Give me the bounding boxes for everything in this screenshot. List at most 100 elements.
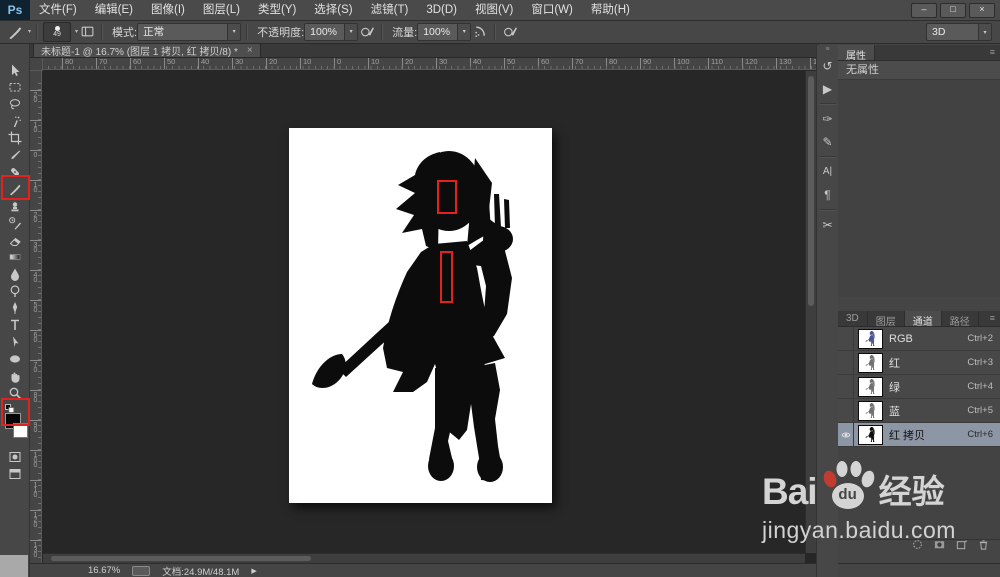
document-canvas[interactable] xyxy=(289,128,552,503)
tool-brush[interactable] xyxy=(2,180,28,197)
visibility-toggle[interactable] xyxy=(838,423,854,446)
timeline-panel-icon[interactable]: ✂ xyxy=(817,213,838,236)
channel-row-red-copy[interactable]: 红 拷贝 Ctrl+6 xyxy=(838,423,1000,447)
tab-close-icon[interactable]: × xyxy=(247,45,253,56)
delete-channel-icon[interactable] xyxy=(977,538,990,556)
opacity-spinner-icon[interactable]: ▾ xyxy=(344,23,358,40)
save-selection-icon[interactable] xyxy=(933,538,946,556)
toggle-brush-panel-icon[interactable] xyxy=(78,23,96,41)
strip-grip-icon[interactable]: ≡ xyxy=(825,46,829,54)
history-panel-icon[interactable]: ↺ xyxy=(817,54,838,77)
flow-input[interactable]: 100% ▾ xyxy=(417,22,472,41)
menu-item[interactable]: 帮助(H) xyxy=(582,0,639,20)
tool-spot-healing-brush[interactable] xyxy=(2,163,28,180)
default-colors-icon[interactable] xyxy=(2,401,28,410)
menu-item[interactable]: 图层(L) xyxy=(194,0,249,20)
horizontal-scrollbar-thumb[interactable] xyxy=(51,555,311,561)
ruler-label: 100 xyxy=(30,450,41,480)
tool-gradient[interactable] xyxy=(2,248,28,265)
menu-item[interactable]: 文件(F) xyxy=(30,0,86,20)
tab-layers[interactable]: 图层 xyxy=(868,311,905,328)
opacity-input[interactable]: 100% ▾ xyxy=(304,22,359,41)
brush-size-pressure-icon[interactable] xyxy=(501,23,519,41)
character-panel-icon[interactable]: A| xyxy=(817,160,838,183)
document-tab[interactable]: 未标题-1 @ 16.7% (图层 1 拷贝, 红 拷贝/8) * × xyxy=(33,43,261,58)
panel-menu-icon[interactable]: ≡ xyxy=(990,45,1000,60)
tool-crop[interactable] xyxy=(2,129,28,146)
tool-ellipse-shape[interactable] xyxy=(2,350,28,367)
menu-item[interactable]: 选择(S) xyxy=(305,0,361,20)
document-size-info[interactable]: 文档:24.9M/48.1M xyxy=(162,564,239,577)
tool-rectangular-marquee[interactable] xyxy=(2,78,28,95)
airbrush-icon[interactable] xyxy=(471,23,489,41)
menu-item[interactable]: 图像(I) xyxy=(142,0,194,20)
red-annotation-box-chest xyxy=(440,251,453,303)
paragraph-panel-icon[interactable]: ¶ xyxy=(817,183,838,206)
ruler-label: 0 xyxy=(30,150,41,180)
tab-properties[interactable]: 属性 xyxy=(838,45,875,62)
tool-clone-stamp[interactable] xyxy=(2,197,28,214)
tool-preset-arrow-icon[interactable]: ▾ xyxy=(28,28,31,35)
quick-mask-button[interactable] xyxy=(2,448,28,465)
channel-row-red[interactable]: 红 Ctrl+3 xyxy=(838,351,1000,375)
blend-mode-select[interactable]: 正常 ▾ xyxy=(137,22,242,41)
visibility-toggle[interactable] xyxy=(838,375,854,398)
tool-zoom[interactable] xyxy=(2,384,28,401)
panel-menu-icon[interactable]: ≡ xyxy=(990,311,1000,326)
tool-move[interactable] xyxy=(2,61,28,78)
blend-mode-spinner-icon[interactable]: ▾ xyxy=(227,23,241,40)
maximize-button[interactable]: □ xyxy=(940,2,966,18)
menu-item[interactable]: 窗口(W) xyxy=(522,0,582,20)
tab-channels[interactable]: 通道 xyxy=(904,311,942,328)
visibility-toggle[interactable] xyxy=(838,327,854,350)
visibility-toggle[interactable] xyxy=(838,399,854,422)
ruler-corner[interactable] xyxy=(30,57,43,71)
tool-dodge[interactable] xyxy=(2,282,28,299)
brush-preset-picker[interactable]: 49 ▾ xyxy=(43,21,78,42)
canvas-area: 80 70 60 50 40 30 20 10 0 10 20 30 40 50 60 70 80 90 100 11… xyxy=(30,57,816,563)
new-channel-icon[interactable] xyxy=(955,538,968,556)
tool-pen[interactable] xyxy=(2,299,28,316)
channel-row-green[interactable]: 绿 Ctrl+4 xyxy=(838,375,1000,399)
tool-lasso[interactable] xyxy=(2,95,28,112)
workspace-switcher[interactable]: 3D ▾ xyxy=(926,23,992,41)
tool-eyedropper[interactable] xyxy=(2,146,28,163)
tool-magic-wand[interactable] xyxy=(2,112,28,129)
flow-spinner-icon[interactable]: ▾ xyxy=(457,23,471,40)
menu-item[interactable]: 编辑(E) xyxy=(86,0,142,20)
menu-item[interactable]: 视图(V) xyxy=(466,0,522,20)
menu-item[interactable]: 滤镜(T) xyxy=(362,0,418,20)
tool-hand[interactable] xyxy=(2,367,28,384)
brush-panel-icon[interactable]: ✑ xyxy=(817,107,838,130)
visibility-toggle[interactable] xyxy=(838,351,854,374)
tool-history-brush[interactable] xyxy=(2,214,28,231)
status-flyout-arrow-icon[interactable]: ▶ xyxy=(251,567,256,575)
screen-mode-button[interactable] xyxy=(2,465,28,482)
opacity-pressure-icon[interactable] xyxy=(358,23,376,41)
menu-item[interactable]: 类型(Y) xyxy=(249,0,305,20)
menu-item[interactable]: 3D(D) xyxy=(417,0,466,20)
tool-blur[interactable] xyxy=(2,265,28,282)
tool-path-selection[interactable] xyxy=(2,333,28,350)
channel-row-blue[interactable]: 蓝 Ctrl+5 xyxy=(838,399,1000,423)
minimize-button[interactable]: – xyxy=(911,2,937,18)
load-selection-icon[interactable] xyxy=(911,538,924,556)
zoom-level-field[interactable]: 16.67% xyxy=(88,565,120,576)
vertical-scrollbar-thumb[interactable] xyxy=(807,76,814,306)
tab-paths[interactable]: 路径 xyxy=(942,311,979,328)
workspace-spinner-icon[interactable]: ▾ xyxy=(978,24,991,40)
channel-shortcut: Ctrl+5 xyxy=(967,405,993,416)
channel-row-rgb[interactable]: RGB Ctrl+2 xyxy=(838,327,1000,351)
close-button[interactable]: × xyxy=(969,2,995,18)
tool-type[interactable] xyxy=(2,316,28,333)
clone-source-panel-icon[interactable]: ✎ xyxy=(817,130,838,153)
ruler-label: 60 xyxy=(130,57,164,69)
tab-3d[interactable]: 3D xyxy=(838,311,868,326)
brush-tool-icon[interactable] xyxy=(6,23,24,41)
horizontal-scrollbar[interactable] xyxy=(43,553,805,563)
background-color-swatch[interactable] xyxy=(12,423,28,438)
tool-eraser[interactable] xyxy=(2,231,28,248)
vertical-scrollbar[interactable] xyxy=(805,71,816,553)
ruler-label: 80 xyxy=(30,390,41,420)
actions-panel-icon[interactable]: ▶ xyxy=(817,77,838,100)
